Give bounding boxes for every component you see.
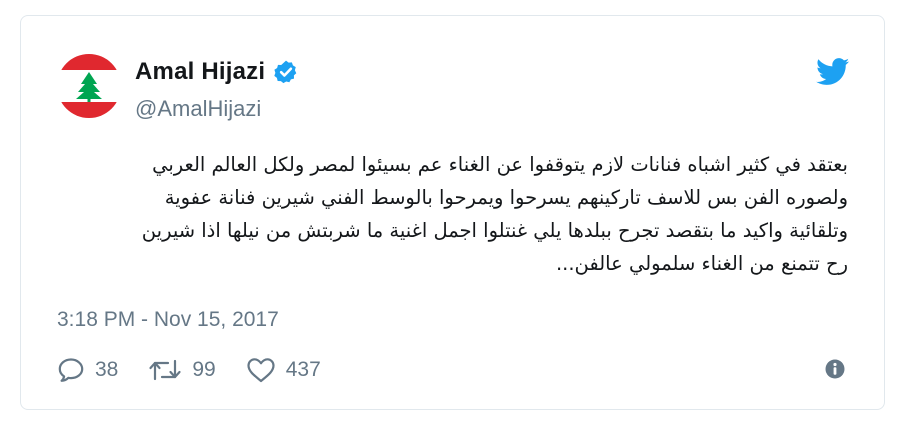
author-name-row: Amal Hijazi — [135, 58, 299, 86]
reply-icon — [58, 358, 84, 382]
author-name[interactable]: Amal Hijazi — [135, 58, 265, 86]
heart-icon — [247, 358, 275, 383]
retweet-icon — [149, 359, 181, 381]
verified-badge-icon — [274, 60, 297, 84]
tweet-actions: 38 99 437 — [57, 355, 351, 385]
reply-button[interactable]: 38 — [57, 357, 118, 383]
like-button[interactable]: 437 — [246, 357, 321, 383]
like-count: 437 — [285, 358, 321, 381]
retweet-button[interactable]: 99 — [148, 357, 216, 383]
tweet-text-line: وتلقائية واكيد ما بتقصد تجرح ببلدها يلي … — [141, 219, 848, 242]
tweet-card: Amal Hijazi @AmalHijazi بعتقد في كثير اش… — [20, 15, 885, 410]
lebanon-flag-avatar-icon — [57, 54, 121, 118]
tweet-timestamp[interactable]: 3:18 PM - Nov 15, 2017 — [57, 308, 279, 332]
tweet-text: بعتقد في كثير اشباه فنانات لازم يتوقفوا … — [28, 148, 848, 280]
tweet-text-line: رح تتمنع من الغناء سلمولي عالفن... — [555, 252, 848, 275]
tweet-text-line: بعتقد في كثير اشباه فنانات لازم يتوقفوا … — [152, 153, 848, 176]
avatar[interactable] — [57, 54, 121, 118]
reply-count: 38 — [95, 358, 119, 381]
author-handle[interactable]: @AmalHijazi — [135, 96, 261, 122]
tweet-text-line: ولصوره الفن بس للاسف تاركينهم يسرحوا ويم… — [164, 186, 848, 209]
info-icon[interactable] — [824, 358, 846, 380]
retweet-count: 99 — [192, 358, 216, 381]
twitter-bird-icon[interactable] — [816, 58, 850, 86]
